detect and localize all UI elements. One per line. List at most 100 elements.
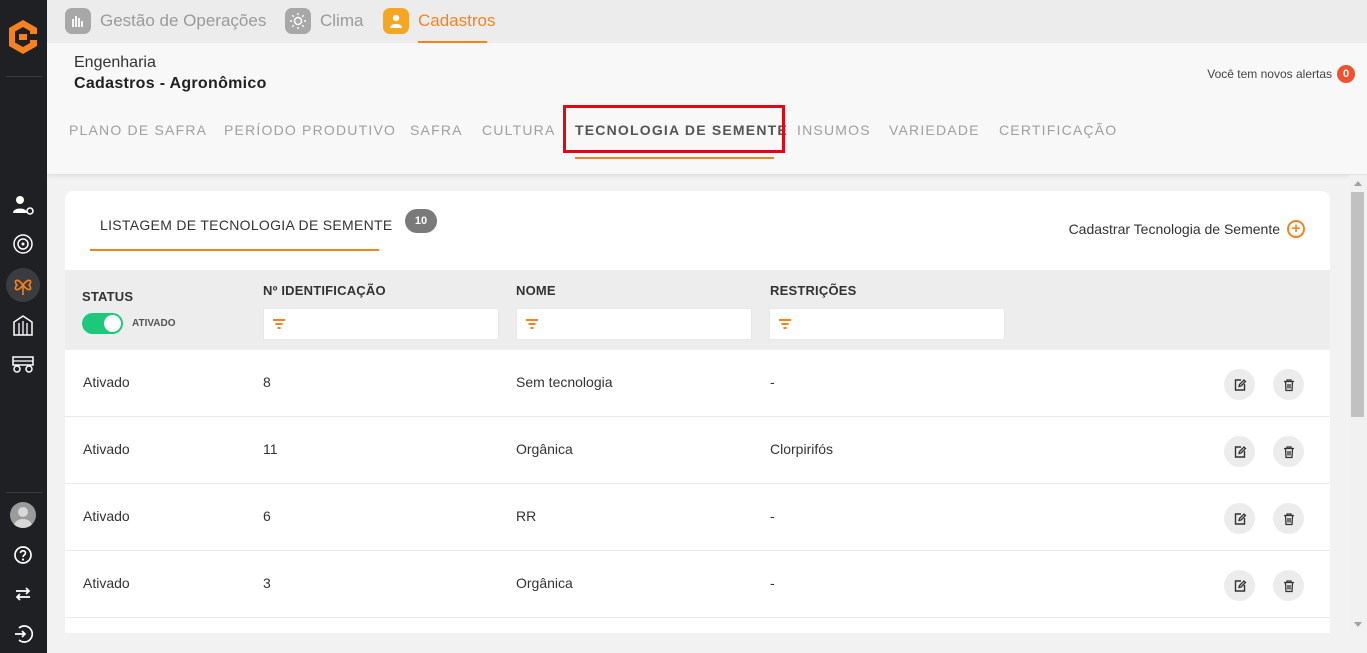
listing-card: LISTAGEM DE TECNOLOGIA DE SEMENTE 10 Cad… [65,191,1330,633]
add-seed-technology-label: Cadastrar Tecnologia de Semente [1068,221,1280,237]
cell-id: 8 [263,374,271,390]
trash-icon [1283,378,1294,391]
module-label: Clima [320,11,364,30]
app-logo-icon[interactable] [6,18,40,56]
filter-identificacao-input[interactable] [294,313,490,335]
delete-button[interactable] [1273,369,1304,400]
user-settings-icon[interactable] [9,191,37,219]
operations-icon [65,8,91,34]
cell-status: Ativado [83,441,130,457]
filter-restricoes[interactable] [769,308,1005,340]
column-nome: NOME [516,283,556,298]
module-tab-gestao-operacoes[interactable]: Gestão de Operações [65,8,266,34]
column-status: STATUS [82,289,134,304]
cell-restricoes: Clorpirifós [770,441,834,457]
breadcrumb-section: Engenharia [74,54,156,71]
filter-nome-input[interactable] [547,313,743,335]
cell-restricoes: - [770,508,775,524]
table-header: STATUS ATIVADO Nº IDENTIFICAÇÃO NOME RES… [65,270,1330,350]
table-row: Ativado 8 Sem tecnologia - [65,350,1330,417]
table-row: Ativado 6 RR - [65,484,1330,551]
tab-periodo-produtivo[interactable]: PERÍODO PRODUTIVO [224,122,396,138]
logout-icon[interactable] [9,620,37,648]
alerts-label: Você tem novos alertas [1207,67,1332,81]
edit-icon [1234,512,1246,525]
edit-icon [1234,579,1246,592]
trash-icon [1283,579,1294,592]
cell-status: Ativado [83,575,130,591]
weather-icon [285,8,311,34]
edit-icon [1234,378,1246,391]
help-icon[interactable] [9,541,37,569]
cell-nome: Orgânica [516,441,573,457]
cell-nome: RR [516,508,537,524]
listing-title[interactable]: LISTAGEM DE TECNOLOGIA DE SEMENTE [100,217,393,233]
user-avatar[interactable] [10,502,36,528]
delete-button[interactable] [1273,570,1304,601]
module-tab-clima[interactable]: Clima [285,8,363,34]
cell-nome: Sem tecnologia [516,374,613,390]
scrollbar-thumb[interactable] [1351,192,1364,417]
table-row: Ativado 11 Orgânica Clorpirifós [65,417,1330,484]
tab-plano-de-safra[interactable]: PLANO DE SAFRA [69,122,207,138]
filter-icon [526,319,538,329]
filter-identificacao[interactable] [263,308,499,340]
cell-id: 3 [263,575,271,591]
trash-icon [1283,512,1294,525]
cell-id: 11 [263,441,278,457]
listing-count-badge: 10 [405,209,437,233]
trash-icon [1283,445,1294,458]
module-bar: Gestão de Operações Clima Cadastros [47,0,1367,43]
cell-status: Ativado [83,508,130,524]
status-toggle-label: ATIVADO [132,318,176,329]
edit-icon [1234,445,1246,458]
table-row: Ativado 3 Orgânica - [65,551,1330,618]
tractor-icon[interactable] [9,349,37,377]
rail-divider [6,76,42,77]
alerts-notice[interactable]: Você tem novos alertas 0 [1207,65,1355,83]
filter-icon [779,319,791,329]
cell-restricoes: - [770,374,775,390]
tab-safra[interactable]: SAFRA [410,122,463,138]
user-icon [383,8,409,34]
page-scrollbar[interactable] [1349,175,1367,633]
module-label: Gestão de Operações [100,11,267,30]
edit-button[interactable] [1224,436,1255,467]
tab-certificacao[interactable]: CERTIFICAÇÃO [999,122,1117,138]
module-tab-cadastros[interactable]: Cadastros [383,8,495,34]
active-tab-highlight-box [563,105,785,153]
delete-button[interactable] [1273,436,1304,467]
page-title: Cadastros - Agronômico [74,75,267,92]
tab-insumos[interactable]: INSUMOS [797,122,871,138]
scroll-up-arrow-icon[interactable] [1354,181,1362,186]
alerts-count-badge: 0 [1337,65,1355,83]
module-label: Cadastros [418,11,496,30]
cell-nome: Orgânica [516,575,573,591]
tab-cultura[interactable]: CULTURA [482,122,555,138]
page-header: Engenharia Cadastros - Agronômico Você t… [47,43,1367,175]
cell-restricoes: - [770,575,775,591]
edit-button[interactable] [1224,503,1255,534]
scroll-down-arrow-icon[interactable] [1354,622,1362,627]
edit-button[interactable] [1224,570,1255,601]
status-filter-toggle[interactable] [82,313,123,334]
seed-registry-icon[interactable] [6,268,40,302]
tab-variedade[interactable]: VARIEDADE [889,122,980,138]
edit-button[interactable] [1224,369,1255,400]
filter-nome[interactable] [516,308,752,340]
delete-button[interactable] [1273,503,1304,534]
plus-circle-icon: + [1287,220,1305,238]
silo-icon[interactable] [9,311,37,339]
rail-divider [6,492,42,493]
target-settings-icon[interactable] [9,230,37,258]
filter-restricoes-input[interactable] [800,313,996,335]
cell-status: Ativado [83,374,130,390]
left-navigation-rail [0,0,47,653]
active-tab-underline [575,157,774,159]
cell-id: 6 [263,508,271,524]
listing-title-underline [90,249,379,251]
column-identificacao: Nº IDENTIFICAÇÃO [263,283,386,298]
add-seed-technology-button[interactable]: Cadastrar Tecnologia de Semente + [1069,220,1305,238]
switch-arrows-icon[interactable] [9,580,37,608]
column-restricoes: RESTRIÇÕES [770,283,857,298]
